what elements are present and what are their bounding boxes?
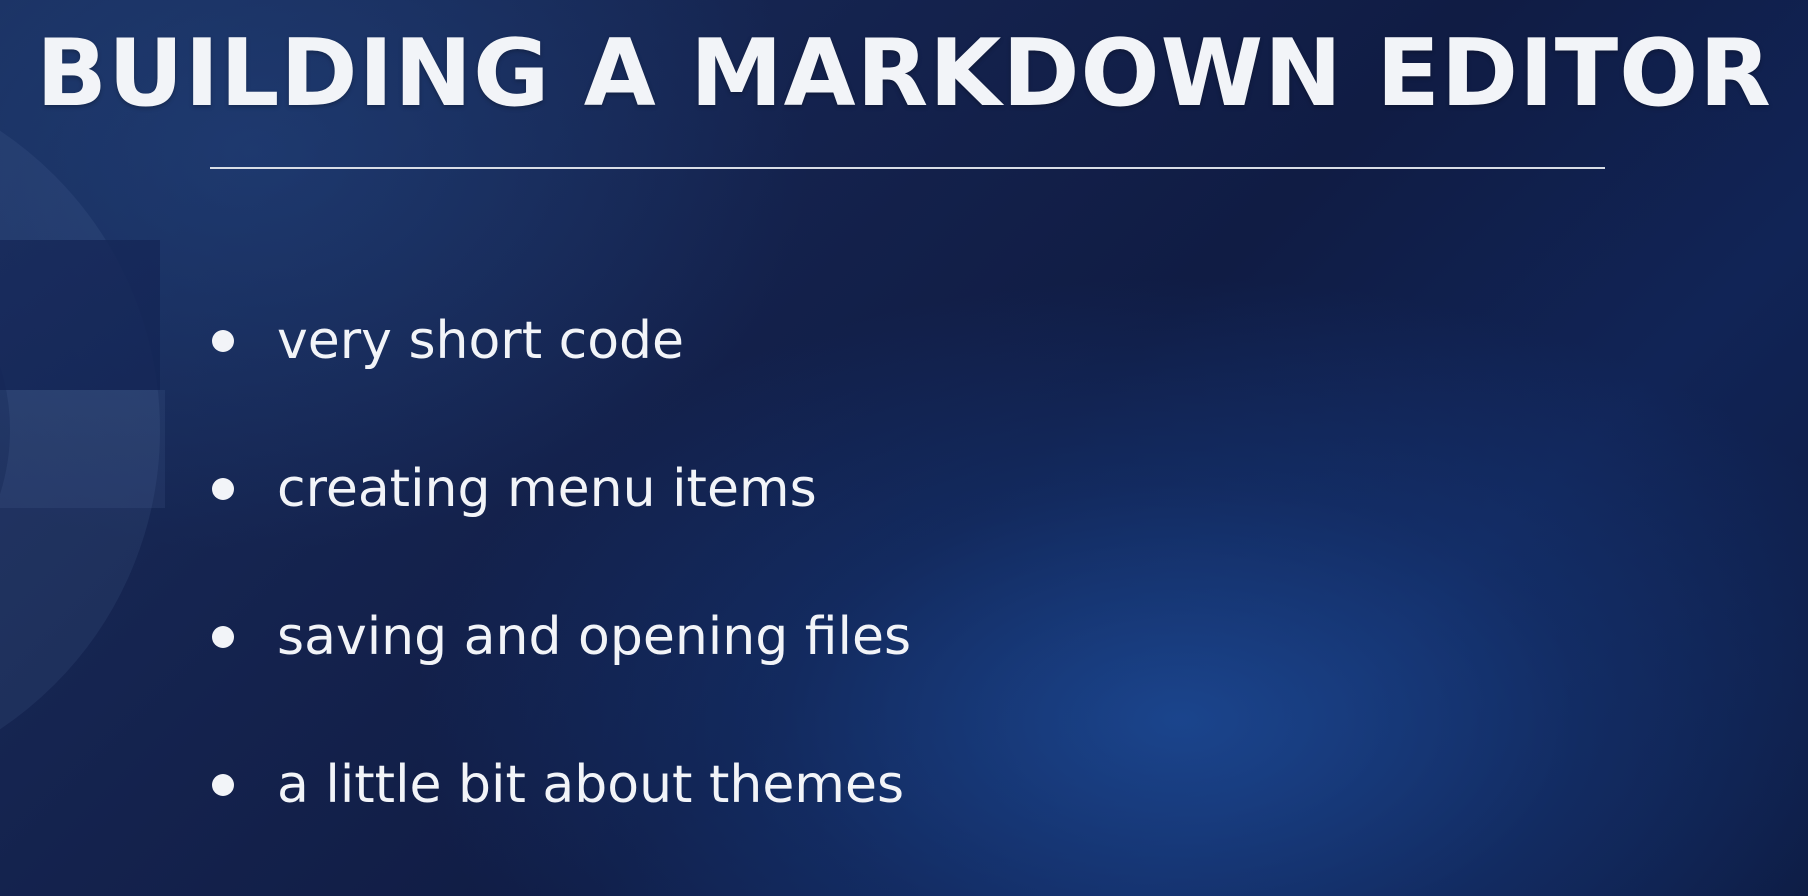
bullet-text: creating menu items: [277, 459, 817, 519]
bullet-text: very short code: [277, 311, 685, 371]
bullet-dot-icon: [212, 774, 234, 796]
bullet-list: very short code creating menu items savi…: [212, 310, 911, 896]
bullet-text: saving and opening files: [277, 607, 912, 667]
bullet-item: creating menu items: [212, 458, 911, 606]
bullet-dot-icon: [212, 478, 234, 500]
decorative-logo-bar: [0, 390, 165, 508]
slide-title: BUILDING A MARKDOWN EDITOR: [36, 19, 1772, 127]
bullet-dot-icon: [212, 626, 234, 648]
decorative-logo-cutout: [0, 240, 160, 390]
bullet-item: a little bit about themes: [212, 754, 911, 896]
bullet-dot-icon: [212, 330, 234, 352]
title-divider: [210, 167, 1605, 169]
bullet-item: very short code: [212, 310, 911, 458]
bullet-text: a little bit about themes: [277, 755, 905, 815]
bullet-item: saving and opening files: [212, 606, 911, 754]
slide: BUILDING A MARKDOWN EDITOR very short co…: [0, 0, 1808, 896]
